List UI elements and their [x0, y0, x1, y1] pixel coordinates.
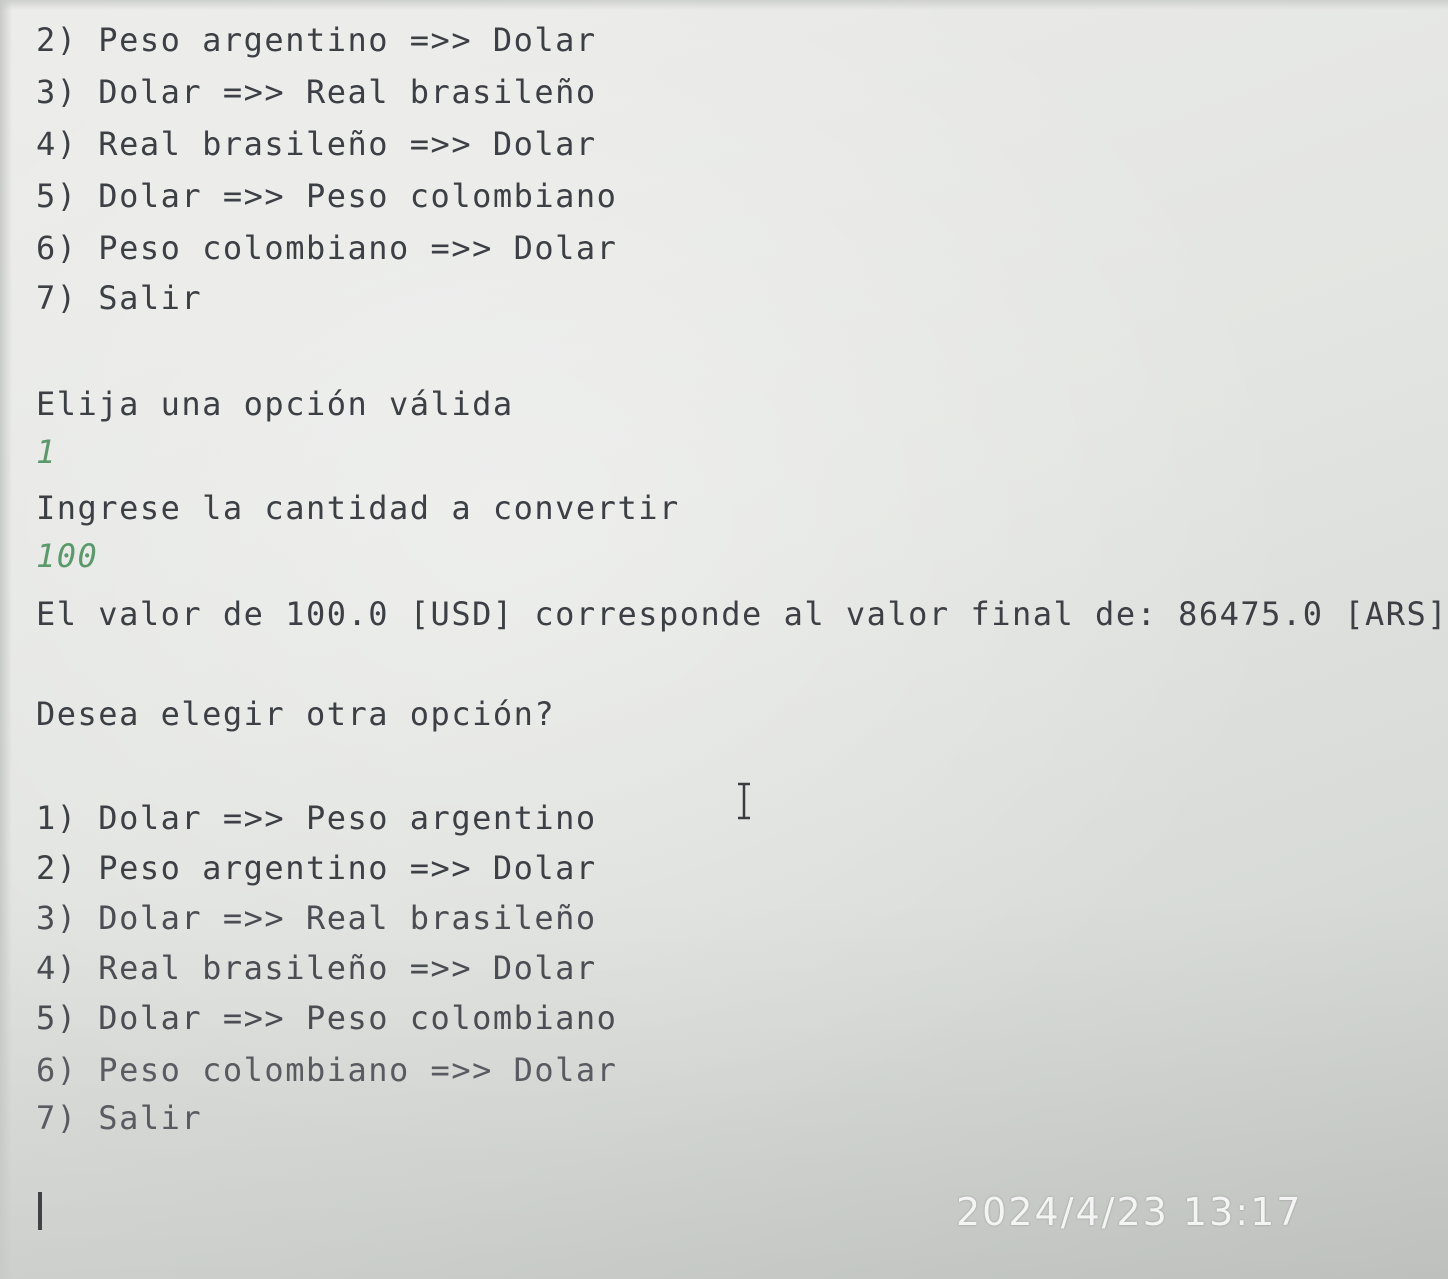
console-screen: 2) Peso argentino =>> Dolar 3) Dolar =>>… — [0, 0, 1448, 1279]
prompt-again: Desea elegir otra opción? — [36, 695, 556, 733]
photo-timestamp: 2024/4/23 13:17 — [956, 1190, 1303, 1234]
user-input-option: 1 — [36, 433, 57, 471]
menu-line-top-2: 2) Peso argentino =>> Dolar — [36, 21, 597, 59]
menu-item-2: 2) Peso argentino =>> Dolar — [36, 849, 597, 887]
menu-item-6: 6) Peso colombiano =>> Dolar — [36, 1051, 618, 1089]
menu-item-7: 7) Salir — [36, 1099, 203, 1137]
menu-item-5: 5) Dolar =>> Peso colombiano — [36, 999, 618, 1037]
prompt-option: Elija una opción válida — [36, 385, 514, 423]
menu-line-top-7: 7) Salir — [36, 279, 203, 317]
menu-line-top-4: 4) Real brasileño =>> Dolar — [36, 125, 597, 163]
menu-item-4: 4) Real brasileño =>> Dolar — [36, 949, 597, 987]
i-beam-cursor-icon — [738, 782, 750, 820]
user-input-amount: 100 — [36, 537, 99, 575]
screen-left-edge — [0, 0, 12, 1279]
menu-line-top-5: 5) Dolar =>> Peso colombiano — [36, 177, 618, 215]
screen-top-edge — [0, 0, 1448, 10]
text-caret-icon — [38, 1192, 42, 1230]
menu-item-1: 1) Dolar =>> Peso argentino — [36, 799, 597, 837]
menu-item-3: 3) Dolar =>> Real brasileño — [36, 899, 597, 937]
conversion-result: El valor de 100.0 [USD] corresponde al v… — [36, 595, 1448, 633]
prompt-amount: Ingrese la cantidad a convertir — [36, 489, 680, 527]
menu-line-top-3: 3) Dolar =>> Real brasileño — [36, 73, 597, 111]
menu-line-top-6: 6) Peso colombiano =>> Dolar — [36, 229, 618, 267]
